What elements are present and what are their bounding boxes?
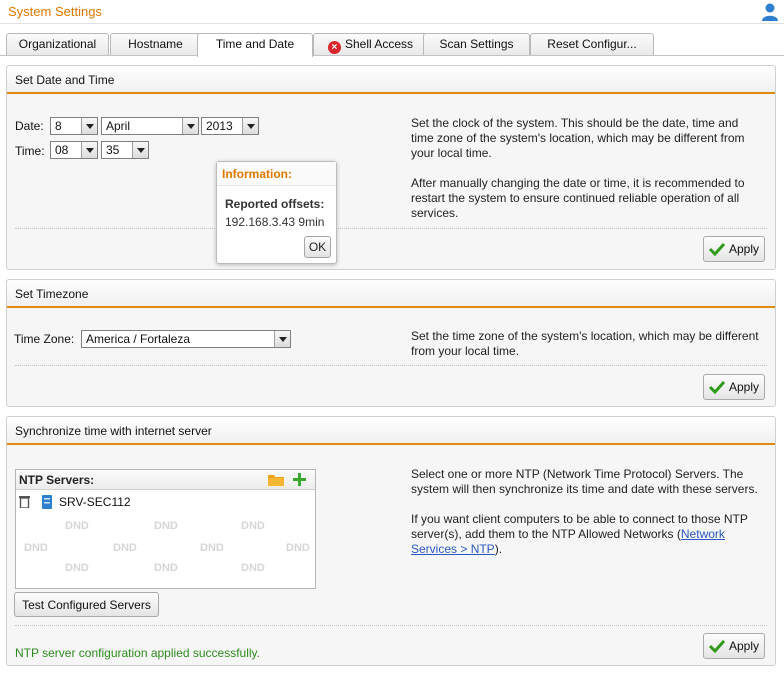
tab-reset-configuration[interactable]: Reset Configur... xyxy=(530,33,654,55)
tab-hostname[interactable]: Hostname xyxy=(110,33,201,55)
sync-description: Select one or more NTP (Network Time Pro… xyxy=(411,467,758,556)
checkmark-icon xyxy=(708,639,725,653)
chevron-down-icon xyxy=(242,118,258,134)
add-icon[interactable] xyxy=(293,473,306,486)
folder-icon[interactable] xyxy=(268,473,284,486)
chevron-down-icon xyxy=(81,118,97,134)
tab-organizational[interactable]: Organizational xyxy=(6,33,109,55)
trash-icon[interactable] xyxy=(19,495,30,508)
date-time-description: Set the clock of the system. This should… xyxy=(411,116,745,220)
error-icon: × xyxy=(327,41,341,54)
year-select[interactable]: 2013 xyxy=(201,117,259,135)
dnd-watermark: DND xyxy=(24,542,48,554)
popup-title: Information: xyxy=(217,162,336,186)
dnd-watermark: DND xyxy=(154,520,178,532)
ntp-servers-label: NTP Servers: xyxy=(19,473,95,487)
tab-scan-settings[interactable]: Scan Settings xyxy=(423,33,530,55)
dnd-watermark: DND xyxy=(65,562,89,574)
divider xyxy=(15,228,767,229)
app-title: System Settings xyxy=(8,4,102,19)
panel-header: Set Timezone xyxy=(7,280,775,308)
dnd-watermark: DND xyxy=(113,542,137,554)
time-label: Time: xyxy=(15,144,45,158)
minute-select[interactable]: 35 xyxy=(101,141,149,159)
month-select[interactable]: April xyxy=(101,117,199,135)
timezone-label: Time Zone: xyxy=(14,332,75,346)
popup-offset-entry: 192.168.3.43 9min xyxy=(225,215,325,229)
panel-header: Synchronize time with internet server xyxy=(7,417,775,445)
hour-select[interactable]: 08 xyxy=(50,141,98,159)
tab-time-and-date[interactable]: Time and Date xyxy=(197,33,313,57)
dnd-watermark: DND xyxy=(286,542,310,554)
dnd-watermark: DND xyxy=(200,542,224,554)
user-icon[interactable] xyxy=(760,2,780,22)
dnd-watermark: DND xyxy=(154,562,178,574)
top-bar: System Settings xyxy=(0,0,784,24)
status-message: NTP server configuration applied success… xyxy=(15,646,261,660)
apply-date-time-button[interactable]: Apply xyxy=(703,236,765,262)
apply-ntp-button[interactable]: Apply xyxy=(703,633,765,659)
day-select[interactable]: 8 xyxy=(50,117,98,135)
test-configured-servers-button[interactable]: Test Configured Servers xyxy=(14,592,159,617)
information-popup: Information: Reported offsets: 192.168.3… xyxy=(216,161,337,264)
checkmark-icon xyxy=(708,242,725,256)
dnd-watermark: DND xyxy=(241,562,265,574)
ntp-servers-list: NTP Servers: SRV-SEC112 DND DND DND DND … xyxy=(15,469,316,589)
timezone-description: Set the time zone of the system's locati… xyxy=(411,329,759,358)
divider xyxy=(15,625,767,626)
timezone-select[interactable]: America / Fortaleza xyxy=(81,330,291,348)
checkmark-icon xyxy=(708,380,725,394)
ntp-list-header: NTP Servers: xyxy=(16,470,315,490)
chevron-down-icon xyxy=(274,331,290,347)
dnd-watermark: DND xyxy=(241,520,265,532)
tab-divider xyxy=(0,55,784,56)
tab-shell-access[interactable]: × Shell Access xyxy=(313,33,428,55)
server-name: SRV-SEC112 xyxy=(59,495,131,509)
popup-heading: Reported offsets: xyxy=(225,197,325,211)
date-label: Date: xyxy=(15,119,44,133)
ok-button[interactable]: OK xyxy=(304,236,331,258)
apply-timezone-button[interactable]: Apply xyxy=(703,374,765,400)
panel-header: Set Date and Time xyxy=(7,66,775,94)
server-icon xyxy=(42,495,52,509)
chevron-down-icon xyxy=(182,118,198,134)
chevron-down-icon xyxy=(81,142,97,158)
divider xyxy=(15,365,767,366)
chevron-down-icon xyxy=(132,142,148,158)
list-item[interactable]: SRV-SEC112 xyxy=(16,492,315,512)
dnd-watermark: DND xyxy=(65,520,89,532)
